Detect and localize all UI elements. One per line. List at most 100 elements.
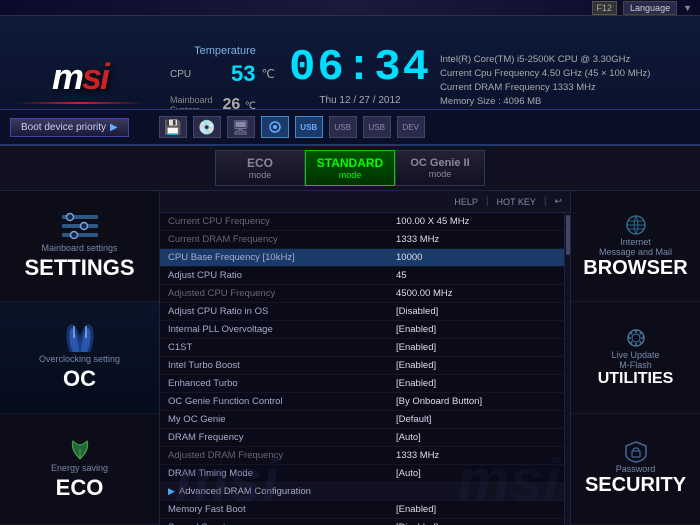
boot-icon-usb1[interactable]: USB bbox=[295, 116, 323, 138]
browser-label: BROWSER bbox=[583, 257, 687, 280]
left-sidebar: Mainboard settings SETTINGS Overclocking… bbox=[0, 191, 160, 525]
row-name: Current CPU Frequency bbox=[168, 216, 396, 227]
row-value: [Auto] bbox=[396, 468, 556, 479]
mode-tabs: ECO mode STANDARD mode OC Genie II mode bbox=[0, 146, 700, 191]
back-btn[interactable]: ↩ bbox=[554, 196, 562, 207]
table-row: Memory Fast Boot[Enabled] bbox=[160, 501, 564, 519]
cpu-temp-value: 53 bbox=[231, 61, 255, 87]
row-value: 4500.00 MHz bbox=[396, 288, 556, 299]
table-row: Spread Spectrum[Disabled] bbox=[160, 519, 564, 525]
row-name: DRAM Timing Mode bbox=[168, 468, 396, 479]
row-name: My OC Genie bbox=[168, 414, 396, 425]
row-value: 45 bbox=[396, 270, 556, 281]
table-row: Adjusted CPU Frequency4500.00 MHz bbox=[160, 285, 564, 303]
sysinfo-line-1: Current Cpu Frequency 4.50 GHz (45 × 100… bbox=[440, 68, 690, 79]
row-value: [Auto] bbox=[396, 432, 556, 443]
row-value: [Enabled] bbox=[396, 342, 556, 353]
mainboard-label: Mainboard bbox=[170, 95, 213, 105]
center-content: HELP | HOT KEY | ↩ Current CPU Frequency… bbox=[160, 191, 570, 525]
eco-mode-tab[interactable]: ECO mode bbox=[215, 150, 305, 186]
clock-time: 06:34 bbox=[289, 43, 431, 93]
section-arrow[interactable]: ▶ bbox=[168, 486, 175, 497]
settings-sublabel: Mainboard settings bbox=[41, 243, 117, 253]
settings-icon bbox=[60, 211, 100, 241]
standard-tab-main: STANDARD bbox=[317, 156, 383, 170]
sidebar-item-security[interactable]: Password SECURITY bbox=[571, 414, 700, 525]
boot-icon-cd[interactable]: 💿 bbox=[193, 116, 221, 138]
security-label: SECURITY bbox=[585, 474, 686, 497]
row-value: 100.00 X 45 MHz bbox=[396, 216, 556, 227]
row-name: C1ST bbox=[168, 342, 396, 353]
sidebar-item-browser[interactable]: InternetMessage and Mail BROWSER bbox=[571, 191, 700, 302]
eco-sublabel: Energy saving bbox=[51, 463, 108, 473]
sidebar-item-settings[interactable]: Mainboard settings SETTINGS bbox=[0, 191, 159, 302]
ocgenie-mode-tab[interactable]: OC Genie II mode bbox=[395, 150, 485, 186]
help-btn[interactable]: HELP bbox=[454, 197, 478, 207]
row-value: [Enabled] bbox=[396, 378, 556, 389]
table-row[interactable]: CPU Base Frequency [10kHz]10000 bbox=[160, 249, 564, 267]
table-row: Internal PLL Overvoltage[Enabled] bbox=[160, 321, 564, 339]
bios-table: Current CPU Frequency100.00 X 45 MHzCurr… bbox=[160, 213, 570, 525]
dropdown-arrow: ▼ bbox=[683, 3, 692, 13]
utilities-icon bbox=[618, 326, 654, 350]
utilities-label: UTILITIES bbox=[598, 370, 674, 388]
table-row: Adjusted DRAM Frequency1333 MHz bbox=[160, 447, 564, 465]
boot-icon-dev[interactable]: DEV bbox=[397, 116, 425, 138]
settings-label: SETTINGS bbox=[24, 255, 134, 281]
right-sidebar: InternetMessage and Mail BROWSER Live Up… bbox=[570, 191, 700, 525]
sidebar-item-oc[interactable]: Overclocking setting OC bbox=[0, 302, 159, 413]
boot-area: Boot device priority ▶ 💾 💿 🖥 USB USB USB… bbox=[0, 109, 700, 144]
table-row: Adjust CPU Ratio45 bbox=[160, 267, 564, 285]
row-name: Advanced DRAM Configuration bbox=[179, 486, 556, 497]
table-row: Current DRAM Frequency1333 MHz bbox=[160, 231, 564, 249]
oc-icon bbox=[60, 322, 100, 352]
standard-tab-sub: mode bbox=[339, 170, 362, 180]
row-name: CPU Base Frequency [10kHz] bbox=[168, 252, 396, 263]
boot-icons: 💾 💿 🖥 USB USB USB DEV bbox=[159, 116, 425, 138]
browser-sublabel: InternetMessage and Mail bbox=[599, 237, 672, 257]
header: msi Temperature CPU 53 ℃ Mainboard Syste… bbox=[0, 16, 700, 146]
f12-key[interactable]: F12 bbox=[592, 1, 618, 15]
table-row: Adjust CPU Ratio in OS[Disabled] bbox=[160, 303, 564, 321]
row-value: 10000 bbox=[396, 252, 556, 263]
boot-icon-monitor[interactable]: 🖥 bbox=[227, 116, 255, 138]
oc-sublabel: Overclocking setting bbox=[39, 354, 120, 364]
table-row: Enhanced Turbo[Enabled] bbox=[160, 375, 564, 393]
clock-date: Thu 12 / 27 / 2012 bbox=[319, 95, 400, 106]
main-content: Mainboard settings SETTINGS Overclocking… bbox=[0, 191, 700, 525]
sidebar-item-eco[interactable]: Energy saving ECO bbox=[0, 414, 159, 525]
boot-icon-usb3[interactable]: USB bbox=[363, 116, 391, 138]
row-name: OC Genie Function Control bbox=[168, 396, 396, 407]
eco-tab-sub: mode bbox=[249, 170, 272, 180]
row-value: 1333 MHz bbox=[396, 450, 556, 461]
table-row: C1ST[Enabled] bbox=[160, 339, 564, 357]
standard-mode-tab[interactable]: STANDARD mode bbox=[305, 150, 395, 186]
row-name: Adjusted DRAM Frequency bbox=[168, 450, 396, 461]
msi-logo: msi bbox=[52, 56, 108, 98]
language-btn[interactable]: Language bbox=[623, 1, 677, 15]
row-value: [Enabled] bbox=[396, 324, 556, 335]
table-row: DRAM Frequency[Auto] bbox=[160, 429, 564, 447]
row-value: 1333 MHz bbox=[396, 234, 556, 245]
scroll-thumb bbox=[566, 215, 570, 255]
row-name: Current DRAM Frequency bbox=[168, 234, 396, 245]
boot-device-priority-btn[interactable]: Boot device priority ▶ bbox=[10, 118, 129, 137]
row-value: [Enabled] bbox=[396, 504, 556, 515]
boot-icon-disc[interactable] bbox=[261, 116, 289, 138]
table-row: OC Genie Function Control[By Onboard But… bbox=[160, 393, 564, 411]
boot-icon-hdd[interactable]: 💾 bbox=[159, 116, 187, 138]
eco-tab-main: ECO bbox=[247, 156, 273, 170]
eco-icon bbox=[65, 437, 95, 461]
row-value: [By Onboard Button] bbox=[396, 396, 556, 407]
row-name: DRAM Frequency bbox=[168, 432, 396, 443]
sidebar-item-utilities[interactable]: Live UpdateM-Flash UTILITIES bbox=[571, 302, 700, 413]
boot-icon-usb2[interactable]: USB bbox=[329, 116, 357, 138]
center-toolbar: HELP | HOT KEY | ↩ bbox=[160, 191, 570, 213]
cpu-temp-label: CPU bbox=[170, 69, 225, 80]
top-bar: F12 Language ▼ bbox=[0, 0, 700, 16]
table-rows-container: Current CPU Frequency100.00 X 45 MHzCurr… bbox=[160, 213, 564, 525]
hotkey-btn[interactable]: HOT KEY bbox=[496, 197, 535, 207]
row-name: Enhanced Turbo bbox=[168, 378, 396, 389]
boot-btn-label: Boot device priority bbox=[21, 122, 106, 133]
security-icon bbox=[622, 440, 650, 464]
